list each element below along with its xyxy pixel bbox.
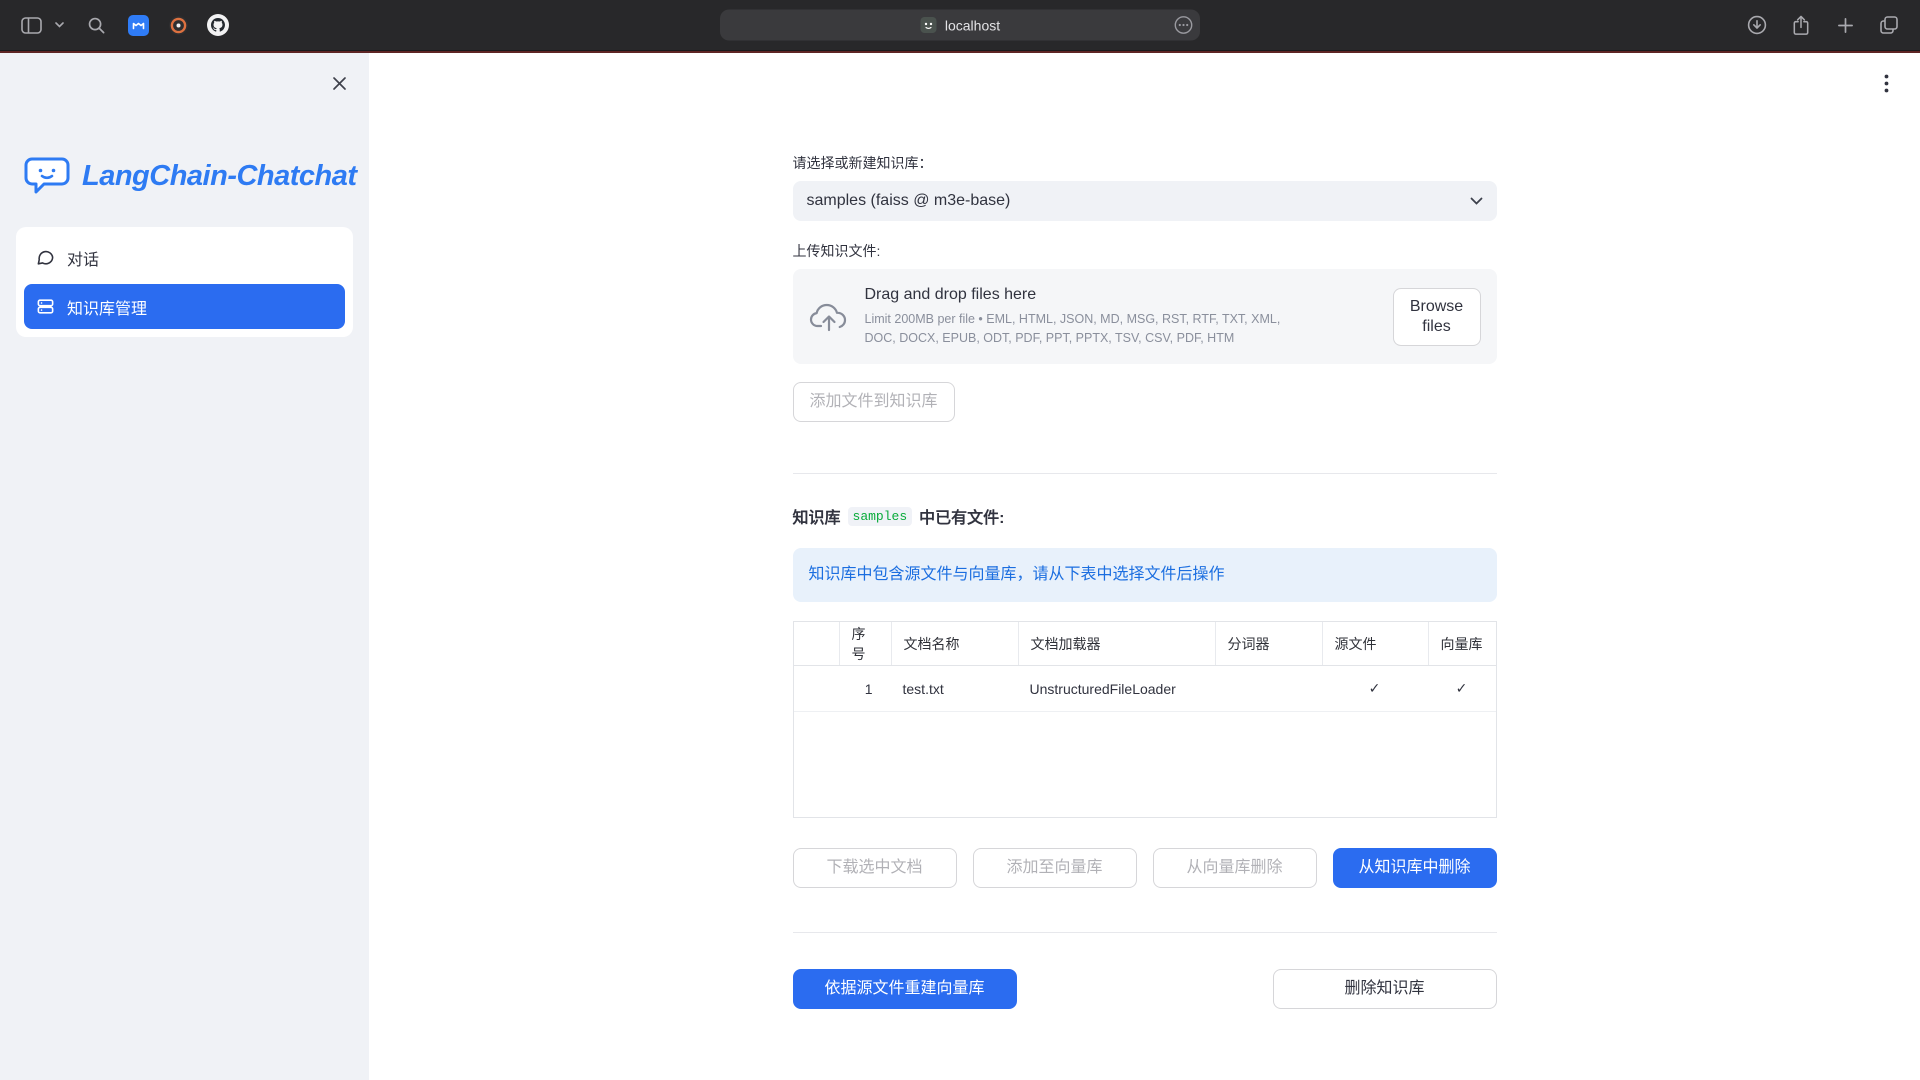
divider (793, 932, 1497, 933)
delete-kb-button[interactable]: 删除知识库 (1273, 969, 1497, 1009)
kb-heading-suffix: 中已有文件: (919, 504, 1004, 528)
plus-icon (1837, 17, 1854, 34)
search-icon (87, 16, 106, 35)
table-cell-loader: UnstructuredFileLoader (1018, 666, 1215, 711)
chat-bubble-icon (36, 248, 55, 267)
table-cell-doc-name: test.txt (891, 666, 1018, 711)
chevron-down-icon (1470, 197, 1483, 205)
browser-window: localhost (0, 0, 1920, 1080)
table-header-doc-name[interactable]: 文档名称 (891, 622, 1018, 665)
add-to-vector-store-button[interactable]: 添加至向量库 (973, 848, 1137, 888)
spacer (1033, 969, 1257, 1009)
upload-label: 上传知识文件: (793, 241, 1497, 261)
table-action-buttons: 下载选中文档 添加至向量库 从向量库删除 从知识库中删除 (793, 848, 1497, 888)
rebuild-vector-store-button[interactable]: 依据源文件重建向量库 (793, 969, 1017, 1009)
table-header-blank (794, 622, 839, 665)
kb-select-label: 请选择或新建知识库： (793, 153, 1497, 173)
download-selected-button[interactable]: 下载选中文档 (793, 848, 957, 888)
ring-extension-icon (168, 15, 189, 36)
app-sidebar: LangChain-Chatchat 对话 知识库管理 (0, 53, 369, 1080)
delete-from-kb-button[interactable]: 从知识库中删除 (1333, 848, 1497, 888)
kb-select-value: samples (faiss @ m3e-base) (807, 192, 1011, 210)
kb-heading-prefix: 知识库 (793, 504, 841, 528)
extension-button-blue[interactable] (125, 12, 151, 38)
sidebar-item-label: 对话 (67, 246, 99, 270)
tabs-icon (1879, 15, 1899, 35)
sidebar-close-button[interactable] (325, 69, 353, 97)
kb-select[interactable]: samples (faiss @ m3e-base) (793, 181, 1497, 221)
sidebar-nav: 对话 知识库管理 (16, 227, 353, 337)
cloud-upload-icon (809, 301, 849, 333)
page-options-button[interactable] (1174, 16, 1193, 40)
extension-button-github[interactable] (205, 12, 231, 38)
extension-button-ring[interactable] (165, 12, 191, 38)
dropzone-texts: Drag and drop files here Limit 200MB per… (865, 286, 1377, 348)
table-header-index[interactable]: 序号 (839, 622, 891, 665)
table-header-source-file[interactable]: 源文件 (1322, 622, 1428, 665)
github-icon (207, 14, 229, 36)
sidebar-menu-chevron[interactable] (51, 10, 67, 40)
kb-files-heading: 知识库 samples 中已有文件: (793, 504, 1497, 528)
file-dropzone[interactable]: Drag and drop files here Limit 200MB per… (793, 269, 1497, 364)
content-column: 请选择或新建知识库： samples (faiss @ m3e-base) 上传… (793, 53, 1497, 1069)
app-menu-button[interactable] (1872, 69, 1900, 97)
kb-name-code: samples (848, 507, 913, 526)
main-area: 请选择或新建知识库： samples (faiss @ m3e-base) 上传… (369, 53, 1920, 1080)
chevron-down-icon (55, 22, 64, 28)
search-button[interactable] (81, 10, 111, 40)
kebab-menu-icon (1884, 74, 1889, 93)
table-cell-splitter (1215, 666, 1322, 711)
knowledge-base-icon (36, 297, 55, 316)
tab-overview-button[interactable] (1874, 10, 1904, 40)
app-logo: LangChain-Chatchat (24, 155, 369, 197)
site-favicon (920, 17, 937, 34)
divider (793, 473, 1497, 474)
add-files-to-kb-button[interactable]: 添加文件到知识库 (793, 382, 955, 422)
table-header-vector-store[interactable]: 向量库 (1428, 622, 1496, 665)
blue-extension-icon (128, 15, 149, 36)
table-header-splitter[interactable]: 分词器 (1215, 622, 1322, 665)
ellipsis-circle-icon (1174, 16, 1193, 35)
kb-management-buttons: 依据源文件重建向量库 删除知识库 (793, 969, 1497, 1069)
table-header-loader[interactable]: 文档加载器 (1018, 622, 1215, 665)
browse-files-button[interactable]: Browse files (1393, 288, 1481, 346)
address-url: localhost (945, 17, 1000, 33)
sidebar-item-dialogue[interactable]: 对话 (24, 235, 345, 280)
new-tab-button[interactable] (1830, 10, 1860, 40)
download-icon (1747, 15, 1767, 35)
dropzone-limit: Limit 200MB per file • EML, HTML, JSON, … (865, 310, 1297, 348)
sidebar-toggle-icon (21, 17, 42, 34)
table-header-row: 序号 文档名称 文档加载器 分词器 源文件 向量库 (794, 622, 1496, 666)
downloads-button[interactable] (1742, 10, 1772, 40)
dropzone-title: Drag and drop files here (865, 286, 1377, 304)
address-bar[interactable]: localhost (720, 10, 1200, 41)
table-cell-vector-store-check: ✓ (1428, 666, 1496, 711)
logo-chat-icon (24, 155, 70, 197)
table-row[interactable]: 1 test.txt UnstructuredFileLoader ✓ ✓ (794, 666, 1496, 712)
table-cell-blank (794, 666, 839, 711)
share-button[interactable] (1786, 10, 1816, 40)
table-cell-source-file-check: ✓ (1322, 666, 1428, 711)
sidebar-item-label: 知识库管理 (67, 295, 147, 319)
app-logo-text: LangChain-Chatchat (82, 160, 357, 193)
table-cell-index: 1 (839, 666, 891, 711)
info-banner: 知识库中包含源文件与向量库，请从下表中选择文件后操作 (793, 548, 1497, 602)
kb-files-table: 序号 文档名称 文档加载器 分词器 源文件 向量库 1 test.txt Uns… (793, 621, 1497, 818)
browser-toolbar: localhost (0, 0, 1920, 51)
sidebar-toggle-button[interactable] (16, 10, 46, 40)
delete-from-vector-store-button[interactable]: 从向量库删除 (1153, 848, 1317, 888)
sidebar-item-knowledge-base[interactable]: 知识库管理 (24, 284, 345, 329)
share-icon (1792, 15, 1810, 36)
close-icon (332, 76, 347, 91)
